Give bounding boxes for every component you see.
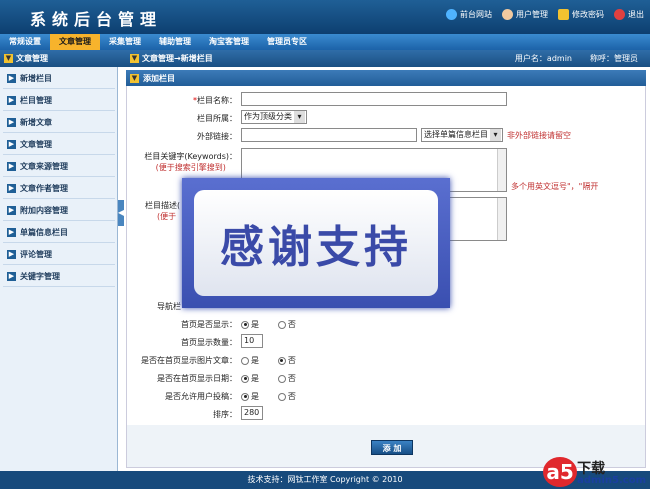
single-page-select[interactable]: 选择单篇信息栏目: [421, 128, 503, 142]
user-info: 用户名：admin 称呼：管理员: [515, 53, 638, 64]
arrow-right-icon: ▶: [7, 272, 16, 281]
row-user-submit: 是否允许用户投稿： 是 否: [165, 391, 296, 402]
top-link-users[interactable]: 用户管理: [502, 9, 548, 20]
arrow-right-icon: ▶: [7, 140, 16, 149]
parent-select[interactable]: 作为顶级分类: [241, 110, 307, 124]
arrow-down-icon: ▼: [4, 54, 13, 63]
sidebar-item-new-column[interactable]: ▶ 新增栏目: [3, 69, 115, 89]
panel-header: ▼ 添加栏目: [126, 70, 646, 86]
row-home-count: 首页显示数量： 10: [127, 334, 647, 350]
arrow-down-icon: ▼: [130, 54, 139, 63]
tab-collection-management[interactable]: 采集管理: [100, 34, 150, 50]
row-home-date: 是否在首页显示日期： 是 否: [157, 373, 296, 384]
a5-logo-icon: a5: [543, 457, 578, 487]
column-name-input[interactable]: [241, 92, 507, 106]
top-link-password[interactable]: 修改密码: [558, 9, 604, 20]
add-button[interactable]: 添 加: [371, 440, 413, 455]
row-home-show: 首页是否显示： 是 否: [181, 319, 296, 330]
user-submit-no-radio[interactable]: 否: [277, 391, 296, 402]
main-nav: 常规设置 文章管理 采集管理 辅助管理 淘宝客管理 管理员专区: [0, 34, 650, 50]
home-images-no-radio[interactable]: 否: [277, 355, 296, 366]
arrow-right-icon: ▶: [7, 96, 16, 105]
globe-icon: [446, 9, 457, 20]
home-show-no-radio[interactable]: 否: [277, 319, 296, 330]
arrow-right-icon: ▶: [7, 206, 16, 215]
top-header: 系统后台管理 前台网站 用户管理 修改密码 退出: [0, 0, 650, 34]
sub-bar: ▼ 文章管理 ▼ 文章管理→新增栏目 用户名：admin 称呼：管理员: [0, 50, 650, 67]
sidebar-item-keywords[interactable]: ▶ 关键字管理: [3, 267, 115, 287]
row-sort: 排序： 280: [127, 406, 647, 422]
row-parent: 栏目所属： 作为顶级分类: [127, 110, 647, 126]
overlay-text: 感谢支持: [220, 222, 412, 273]
sidebar-item-article-source[interactable]: ▶ 文章来源管理: [3, 157, 115, 177]
home-show-yes-radio[interactable]: 是: [241, 319, 259, 330]
external-link-input[interactable]: [241, 128, 417, 142]
arrow-down-icon: ▼: [130, 73, 139, 83]
tab-general-settings[interactable]: 常规设置: [0, 34, 50, 50]
power-icon: [614, 9, 625, 20]
tab-auxiliary-management[interactable]: 辅助管理: [150, 34, 200, 50]
top-link-logout[interactable]: 退出: [614, 9, 644, 20]
tab-article-management[interactable]: 文章管理: [50, 34, 100, 50]
sidebar-item-single-page[interactable]: ▶ 单篇信息栏目: [3, 223, 115, 243]
arrow-right-icon: ▶: [7, 184, 16, 193]
home-images-yes-radio[interactable]: 是: [241, 355, 259, 366]
sidebar-item-article-management[interactable]: ▶ 文章管理: [3, 135, 115, 155]
row-external-link: 外部链接： 选择单篇信息栏目 非外部链接请留空: [127, 128, 647, 144]
top-link-site[interactable]: 前台网站: [446, 9, 492, 20]
sidebar-item-article-author[interactable]: ▶ 文章作者管理: [3, 179, 115, 199]
app-title: 系统后台管理: [30, 10, 163, 29]
top-links: 前台网站 用户管理 修改密码 退出: [446, 9, 644, 20]
sort-input[interactable]: 280: [241, 406, 263, 420]
sidebar: ▶ 新增栏目 ▶ 栏目管理 ▶ 新增文章 ▶ 文章管理 ▶ 文章来源管理 ▶ 文章作者管理 …: [0, 67, 118, 471]
thanks-overlay-image: 感谢支持: [182, 178, 450, 308]
role-label: 称呼：管理员: [590, 54, 638, 63]
arrow-right-icon: ▶: [7, 162, 16, 171]
sidebar-item-new-article[interactable]: ▶ 新增文章: [3, 113, 115, 133]
user-icon: [502, 9, 513, 20]
arrow-right-icon: ▶: [7, 118, 16, 127]
sidebar-title: ▼ 文章管理: [4, 54, 48, 63]
username-label: 用户名：admin: [514, 54, 572, 63]
arrow-right-icon: ▶: [7, 228, 16, 237]
chevron-left-icon: ◀: [118, 208, 125, 217]
breadcrumb: ▼ 文章管理→新增栏目: [130, 54, 213, 63]
sidebar-toggle[interactable]: ◀: [118, 200, 124, 226]
scrollbar[interactable]: [497, 198, 506, 240]
home-count-input[interactable]: 10: [241, 334, 263, 348]
home-date-no-radio[interactable]: 否: [277, 373, 296, 384]
lock-icon: [558, 9, 569, 20]
user-submit-yes-radio[interactable]: 是: [241, 391, 259, 402]
tab-taobaoke-management[interactable]: 淘宝客管理: [200, 34, 258, 50]
tab-admin-zone[interactable]: 管理员专区: [258, 34, 316, 50]
arrow-right-icon: ▶: [7, 250, 16, 259]
sidebar-item-comments[interactable]: ▶ 评论管理: [3, 245, 115, 265]
row-home-images: 是否在首页显示图片文章： 是 否: [141, 355, 296, 366]
scrollbar[interactable]: [497, 149, 506, 191]
row-column-name: *栏目名称：: [127, 92, 647, 108]
watermark-logo: a5 下载 admin5.com: [543, 457, 646, 487]
arrow-right-icon: ▶: [7, 74, 16, 83]
home-date-yes-radio[interactable]: 是: [241, 373, 259, 384]
sidebar-item-extra-content[interactable]: ▶ 附加内容管理: [3, 201, 115, 221]
sidebar-item-column-management[interactable]: ▶ 栏目管理: [3, 91, 115, 111]
